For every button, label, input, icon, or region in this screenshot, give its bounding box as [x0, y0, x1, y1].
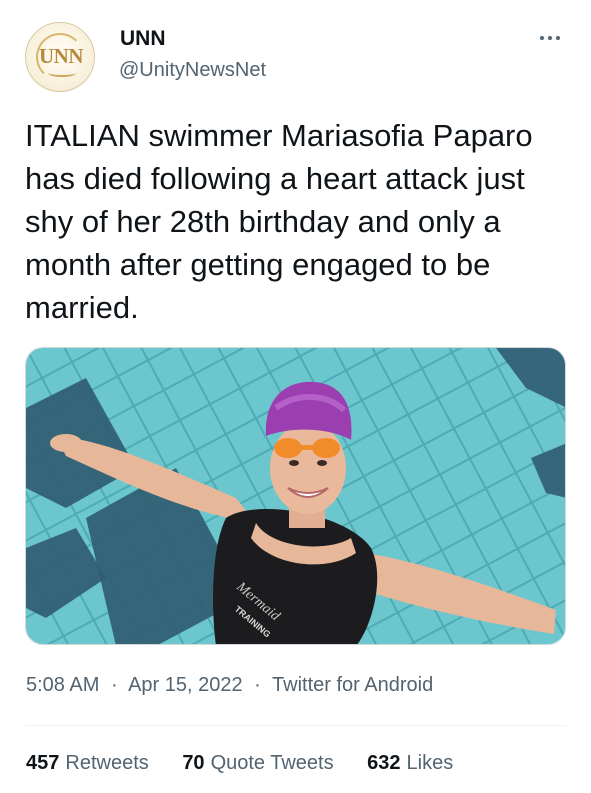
author-name[interactable]: UNN	[120, 27, 166, 51]
quote-tweets-count: 70	[182, 752, 205, 774]
avatar-swoosh-decoration	[48, 69, 76, 77]
meta-separator: ·	[254, 674, 261, 696]
tweet-time[interactable]: 5:08 AM	[26, 674, 99, 696]
swimmer-photo-illustration: Mermaid TRAINING	[26, 348, 565, 644]
more-horizontal-icon-dot	[556, 36, 560, 40]
quote-tweets-stat[interactable]: 70 Quote Tweets	[182, 752, 333, 775]
avatar[interactable]: UNN	[25, 22, 95, 92]
retweets-count: 457	[26, 752, 60, 774]
tweet-text: ITALIAN swimmer Mariasofia Paparo has di…	[25, 118, 533, 325]
meta-separator: ·	[110, 674, 118, 696]
tweet-date[interactable]: Apr 15, 2022	[128, 674, 243, 696]
more-horizontal-icon-dot	[548, 36, 552, 40]
tweet-photo[interactable]: Mermaid TRAINING	[25, 347, 566, 645]
more-horizontal-icon	[540, 36, 544, 40]
author-handle[interactable]: @UnityNewsNet	[119, 59, 266, 82]
tweet-source[interactable]: Twitter for Android	[272, 674, 433, 696]
tweet-meta: 5:08 AM · Apr 15, 2022 · Twitter for And…	[26, 674, 433, 697]
avatar-logo-text: UNN	[39, 44, 84, 68]
likes-label: Likes	[406, 752, 454, 774]
divider	[25, 725, 566, 726]
likes-count: 632	[367, 752, 401, 774]
likes-stat[interactable]: 632 Likes	[367, 752, 453, 775]
retweets-stat[interactable]: 457 Retweets	[26, 752, 149, 775]
tweet-stats: 457 Retweets 70 Quote Tweets 632 Likes	[26, 752, 481, 775]
retweets-label: Retweets	[65, 752, 149, 774]
quote-tweets-label: Quote Tweets	[210, 752, 334, 774]
more-options-button[interactable]	[533, 30, 567, 46]
